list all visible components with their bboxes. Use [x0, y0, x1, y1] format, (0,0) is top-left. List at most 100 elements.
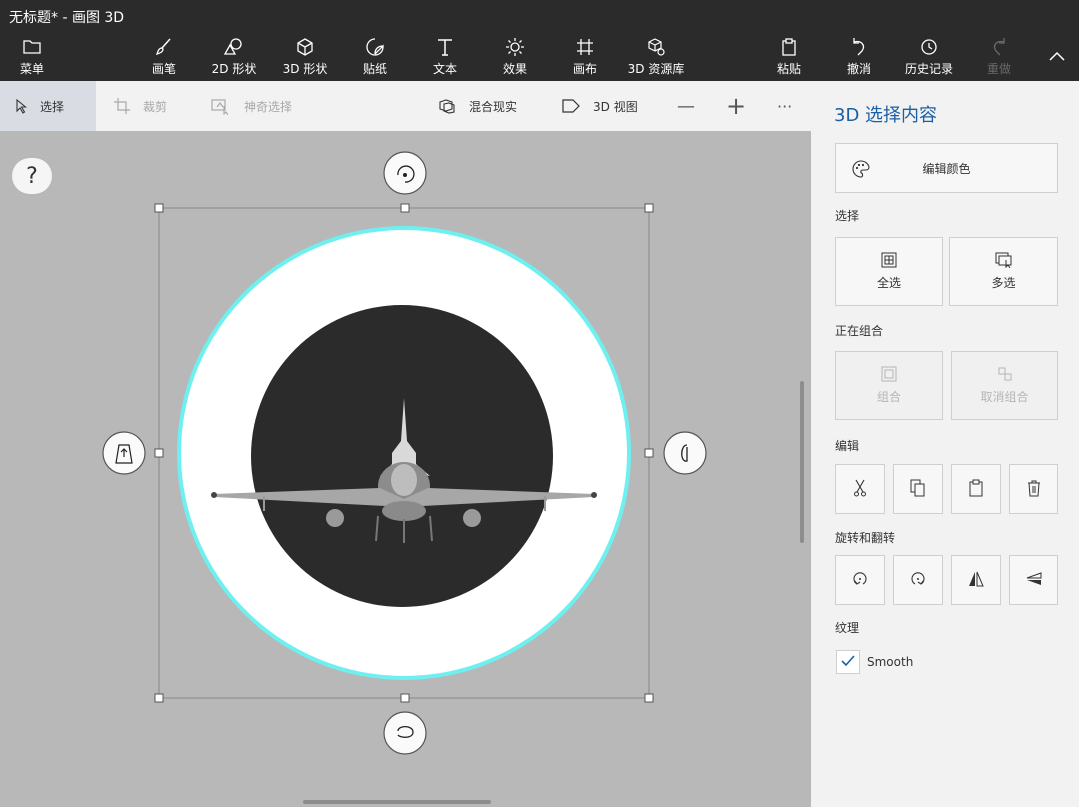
pointer-icon [14, 98, 28, 114]
smooth-label: Smooth [867, 655, 914, 669]
depth-move-handle[interactable] [102, 431, 146, 475]
undo-label: 撤消 [846, 62, 871, 76]
resize-handle-bottom-right [644, 693, 654, 703]
redo-button[interactable]: 重做 [984, 37, 1014, 81]
resize-handle-right [644, 448, 654, 458]
panel-title: 3D 选择内容 [834, 105, 938, 126]
select-tool[interactable]: 选择 [0, 81, 96, 131]
copy-button[interactable] [893, 464, 943, 514]
drawing-canvas[interactable]: ? [0, 131, 811, 807]
mixed-reality-button[interactable]: 混合现实 [437, 81, 517, 131]
group-button[interactable]: 组合 [835, 351, 943, 420]
scissors-icon [853, 479, 867, 500]
clock-history-icon [919, 37, 939, 57]
shapes-2d-button[interactable]: 2D 形状 [208, 37, 260, 81]
effects-button[interactable]: 效果 [500, 37, 530, 81]
shapes-3d-button[interactable]: 3D 形状 [280, 37, 330, 81]
paste-panel-button[interactable] [951, 464, 1001, 514]
ungroup-button[interactable]: 取消组合 [951, 351, 1058, 420]
flip-vertical-button[interactable] [1009, 555, 1058, 605]
text-label: 文本 [432, 62, 457, 76]
ungroup-icon [997, 366, 1013, 382]
resize-handle-bottom-left [154, 693, 164, 703]
section-edit-heading: 编辑 [835, 439, 860, 453]
magic-select-label: 神奇选择 [244, 99, 293, 114]
resize-handle-top-right [644, 203, 654, 213]
select-all-button[interactable]: 全选 [835, 237, 943, 306]
paste-label: 粘贴 [776, 62, 801, 76]
multi-select-button[interactable]: 多选 [949, 237, 1058, 306]
flip-vertical-icon [1025, 570, 1043, 591]
flip-horizontal-icon [967, 570, 985, 591]
group-icon [881, 366, 897, 382]
palette-icon [852, 160, 870, 181]
section-rotate-heading: 旋转和翻转 [835, 531, 896, 545]
undo-button[interactable]: 撤消 [844, 37, 874, 81]
view-3d-button[interactable]: 3D 视图 [561, 81, 638, 131]
paste-button[interactable]: 粘贴 [774, 37, 804, 81]
view-3d-label: 3D 视图 [593, 99, 638, 114]
window-title: 无标题* - 画图 3D [9, 10, 125, 26]
text-icon [436, 37, 454, 57]
section-texture-heading: 纹理 [835, 621, 860, 635]
cut-button[interactable] [835, 464, 885, 514]
resize-handle-top [400, 203, 410, 213]
vertical-scrollbar[interactable] [800, 381, 804, 543]
more-options-button[interactable]: ··· [777, 81, 792, 131]
edit-color-button[interactable]: 编辑颜色 [835, 143, 1058, 193]
brushes-button[interactable]: 画笔 [146, 37, 182, 81]
redo-label: 重做 [986, 62, 1011, 76]
ungroup-label: 取消组合 [980, 390, 1029, 404]
resize-handle-left [154, 448, 164, 458]
flip-horizontal-button[interactable] [951, 555, 1001, 605]
text-button[interactable]: 文本 [430, 37, 460, 81]
canvas-button[interactable]: 画布 [570, 37, 600, 81]
library-3d-button[interactable]: 3D 资源库 [626, 37, 686, 81]
side-panel: 3D 选择内容 编辑颜色 选择 全选 多选 正在组合 组合 取消组合 编辑 旋转… [811, 81, 1079, 807]
rotate-left-icon [851, 570, 869, 591]
menu-label: 菜单 [19, 62, 44, 76]
rotate-z-handle[interactable] [383, 151, 427, 195]
canvas-grid-icon [575, 37, 595, 57]
smooth-checkbox[interactable] [836, 650, 860, 674]
mixed-reality-icon [437, 97, 457, 115]
horizontal-scrollbar[interactable] [303, 800, 491, 804]
clipboard-icon [779, 37, 799, 57]
rotate-right-button[interactable] [893, 555, 943, 605]
menu-button[interactable]: 菜单 [12, 37, 52, 81]
trash-icon [1026, 479, 1042, 500]
select-all-icon [881, 252, 897, 268]
edit-color-label: 编辑颜色 [922, 161, 971, 176]
checkmark-icon [840, 653, 856, 672]
magic-select-tool[interactable]: 神奇选择 [210, 81, 292, 131]
folder-icon [23, 37, 41, 57]
delete-button[interactable] [1009, 464, 1058, 514]
rotate-x-handle[interactable] [383, 711, 427, 755]
rotate-right-icon [909, 570, 927, 591]
resize-handle-bottom [400, 693, 410, 703]
history-label: 历史记录 [904, 62, 953, 76]
canvas-label: 画布 [572, 62, 597, 76]
section-select-heading: 选择 [835, 209, 860, 223]
canvas-scene [102, 151, 707, 755]
resize-handle-top-left [154, 203, 164, 213]
select-all-label: 全选 [876, 276, 901, 290]
zoom-in-button[interactable]: + [726, 81, 746, 131]
crop-label: 裁剪 [143, 99, 168, 114]
history-button[interactable]: 历史记录 [900, 37, 958, 81]
sun-icon [505, 37, 525, 57]
rotate-y-handle[interactable] [663, 431, 707, 475]
collapse-toolbar-chevron-icon[interactable] [1047, 48, 1067, 67]
crop-tool[interactable]: 裁剪 [113, 81, 167, 131]
rotate-left-button[interactable] [835, 555, 885, 605]
zoom-out-button[interactable]: — [677, 81, 695, 131]
library-3d-icon [646, 37, 666, 57]
stickers-button[interactable]: 贴纸 [358, 37, 392, 81]
shapes-3d-label: 3D 形状 [282, 62, 328, 76]
multi-select-icon [995, 252, 1013, 268]
redo-icon [989, 37, 1009, 57]
sticker-icon [365, 37, 385, 57]
library-3d-label: 3D 资源库 [627, 62, 685, 76]
crop-icon [113, 97, 131, 115]
app-toolbar: 无标题* - 画图 3D 菜单 画笔 2D 形状 3D 形状 贴纸 文本 效果 … [0, 0, 1079, 81]
